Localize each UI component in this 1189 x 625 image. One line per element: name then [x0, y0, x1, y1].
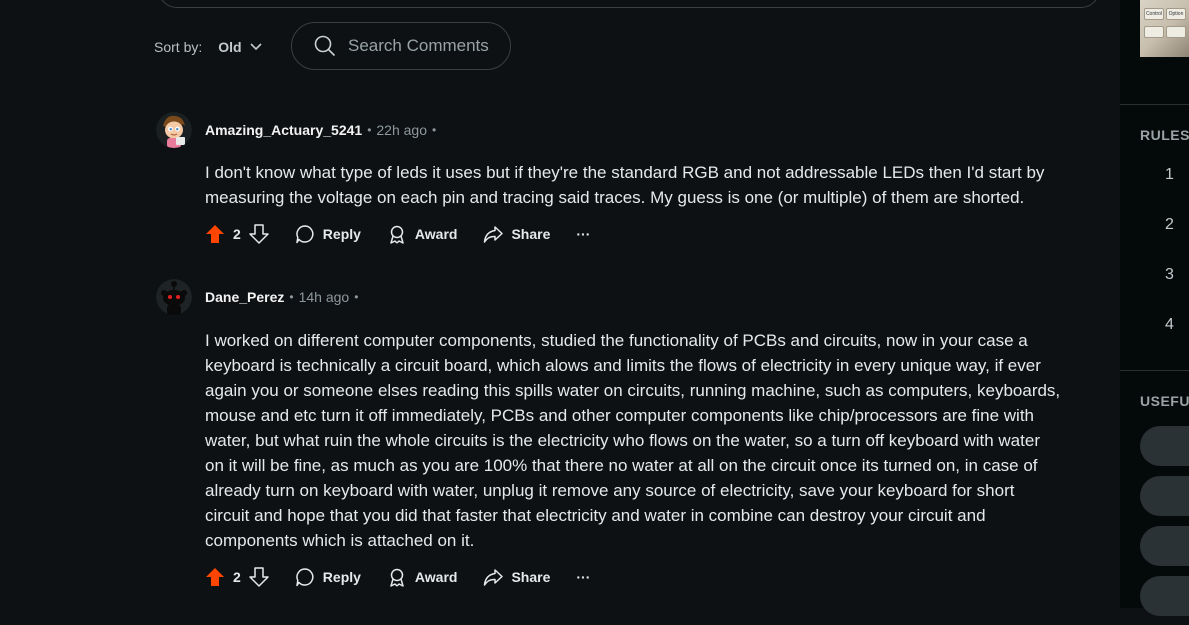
more-options-button[interactable]: ···: [576, 569, 590, 585]
sort-dropdown[interactable]: Old: [216, 33, 263, 61]
useful-link-button[interactable]: [1140, 476, 1189, 516]
comment-icon: [295, 224, 315, 244]
separator-dot: •: [367, 123, 372, 137]
comment-icon: [295, 567, 315, 587]
reply-label: Reply: [322, 569, 361, 585]
keycap: [1144, 26, 1164, 38]
useful-links-heading: USEFUL: [1140, 393, 1189, 409]
vote-group: 2: [205, 224, 269, 244]
share-button[interactable]: Share: [483, 224, 550, 244]
search-icon: [314, 35, 336, 57]
comment-composer[interactable]: [158, 0, 1100, 8]
rule-item[interactable]: 2: [1165, 216, 1174, 234]
page: Sort by: Old Am: [0, 0, 1189, 625]
rule-item[interactable]: 3: [1165, 266, 1174, 284]
timestamp[interactable]: 14h ago: [299, 289, 350, 305]
share-icon: [483, 567, 504, 587]
downvote-icon[interactable]: [249, 567, 269, 587]
author-name[interactable]: Amazing_Actuary_5241: [205, 122, 362, 138]
divider: [1120, 370, 1189, 371]
rule-item[interactable]: 1: [1165, 166, 1174, 184]
community-banner-image: Control Option: [1140, 0, 1189, 57]
sort-selected: Old: [218, 39, 242, 55]
rule-item[interactable]: 4: [1165, 316, 1174, 334]
comment-meta: Dane_Perez • 14h ago •: [205, 289, 363, 305]
reply-button[interactable]: Reply: [295, 224, 361, 244]
useful-link-button[interactable]: [1140, 526, 1189, 566]
separator-dot: •: [432, 123, 437, 137]
share-label: Share: [511, 226, 551, 242]
search-comments-box[interactable]: [291, 22, 511, 70]
more-icon: ···: [576, 226, 591, 242]
comment-actions: 2 Reply Award Share ···: [205, 219, 590, 249]
author-name[interactable]: Dane_Perez: [205, 289, 284, 305]
sort-label: Sort by:: [154, 39, 203, 55]
separator-dot: •: [289, 290, 294, 304]
share-label: Share: [511, 569, 551, 585]
share-icon: [483, 224, 504, 244]
keycap: [1166, 26, 1186, 38]
chevron-down-icon: [250, 43, 262, 51]
keycap: Option: [1166, 8, 1186, 20]
award-label: Award: [414, 226, 458, 242]
useful-link-button[interactable]: [1140, 576, 1189, 616]
right-sidebar: Control Option RULES 1 2 3 4 USEFUL: [1120, 0, 1189, 616]
timestamp[interactable]: 22h ago: [376, 122, 427, 138]
more-icon: ···: [576, 569, 591, 585]
more-options-button[interactable]: ···: [576, 226, 590, 242]
upvote-icon[interactable]: [205, 567, 225, 587]
comment-body: I worked on different computer component…: [205, 331, 1061, 550]
upvote-icon[interactable]: [205, 224, 225, 244]
sort-bar: Sort by: Old: [154, 22, 264, 72]
award-button[interactable]: Award: [387, 567, 458, 587]
vote-count: 2: [233, 226, 241, 242]
award-button[interactable]: Award: [387, 224, 458, 244]
share-button[interactable]: Share: [483, 567, 550, 587]
separator-dot: •: [354, 290, 359, 304]
divider: [1120, 104, 1189, 105]
reply-button[interactable]: Reply: [295, 567, 361, 587]
vote-group: 2: [205, 567, 269, 587]
keycap: Control: [1144, 8, 1164, 20]
comment: Dane_Perez • 14h ago • I worked on diffe…: [156, 279, 1076, 599]
rules-heading: RULES: [1140, 127, 1189, 143]
search-input[interactable]: [346, 35, 510, 57]
avatar[interactable]: [156, 112, 192, 148]
award-icon: [387, 567, 407, 587]
award-label: Award: [414, 569, 458, 585]
comment-body: I don't know what type of leds it uses b…: [205, 163, 1045, 207]
useful-link-button[interactable]: [1140, 426, 1189, 466]
comment-actions: 2 Reply Award Share ···: [205, 562, 590, 592]
comment: Amazing_Actuary_5241 • 22h ago • I don't…: [156, 112, 1076, 262]
comment-meta: Amazing_Actuary_5241 • 22h ago •: [205, 122, 441, 138]
vote-count: 2: [233, 569, 241, 585]
avatar[interactable]: [156, 279, 192, 315]
downvote-icon[interactable]: [249, 224, 269, 244]
award-icon: [387, 224, 407, 244]
reply-label: Reply: [322, 226, 361, 242]
